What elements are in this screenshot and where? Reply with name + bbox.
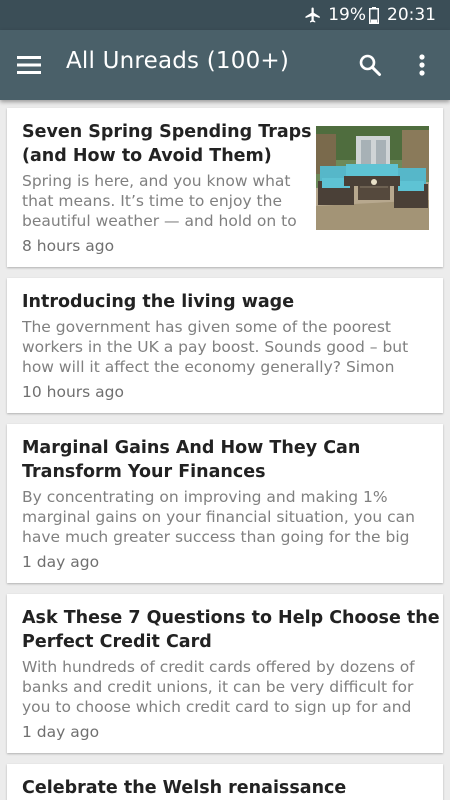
article-list[interactable]: Seven Spring Spending Traps (and How to … (0, 100, 450, 800)
more-vertical-icon[interactable] (408, 50, 436, 80)
article-timestamp: 1 day ago (22, 723, 100, 741)
search-icon[interactable] (355, 50, 385, 80)
article-timestamp: 10 hours ago (22, 383, 124, 401)
article-snippet: Spring is here, and you know what that m… (22, 172, 297, 230)
battery-percent: 19% (328, 5, 366, 25)
article-title: Introducing the living wage (22, 292, 295, 312)
page-title: All Unreads (100+) (66, 48, 290, 74)
article-card[interactable]: Celebrate the Welsh renaissance (7, 764, 443, 800)
hamburger-menu-icon[interactable] (14, 51, 44, 79)
article-card[interactable]: Ask These 7 Questions to Help Choose the… (7, 594, 443, 753)
article-timestamp: 1 day ago (22, 553, 100, 571)
article-snippet: With hundreds of credit cards offered by… (22, 658, 415, 716)
article-title: Celebrate the Welsh renaissance (22, 778, 347, 798)
status-bar: 19% 20:31 (0, 0, 450, 30)
app-bar: All Unreads (100+) (0, 30, 450, 100)
article-timestamp: 8 hours ago (22, 237, 115, 255)
article-title: Seven Spring Spending Traps (and How to … (22, 122, 312, 166)
patio-furniture-image (316, 126, 429, 230)
battery-icon (369, 6, 379, 24)
article-snippet: By concentrating on improving and making… (22, 488, 415, 546)
article-title: Ask These 7 Questions to Help Choose the… (22, 608, 440, 652)
article-title: Marginal Gains And How They Can Transfor… (22, 438, 361, 482)
article-card[interactable]: Seven Spring Spending Traps (and How to … (7, 108, 443, 267)
article-card[interactable]: Introducing the living wage The governme… (7, 278, 443, 413)
clock: 20:31 (387, 5, 436, 25)
article-card[interactable]: Marginal Gains And How They Can Transfor… (7, 424, 443, 583)
airplane-mode-icon (304, 6, 322, 24)
article-snippet: The government has given some of the poo… (22, 318, 409, 376)
